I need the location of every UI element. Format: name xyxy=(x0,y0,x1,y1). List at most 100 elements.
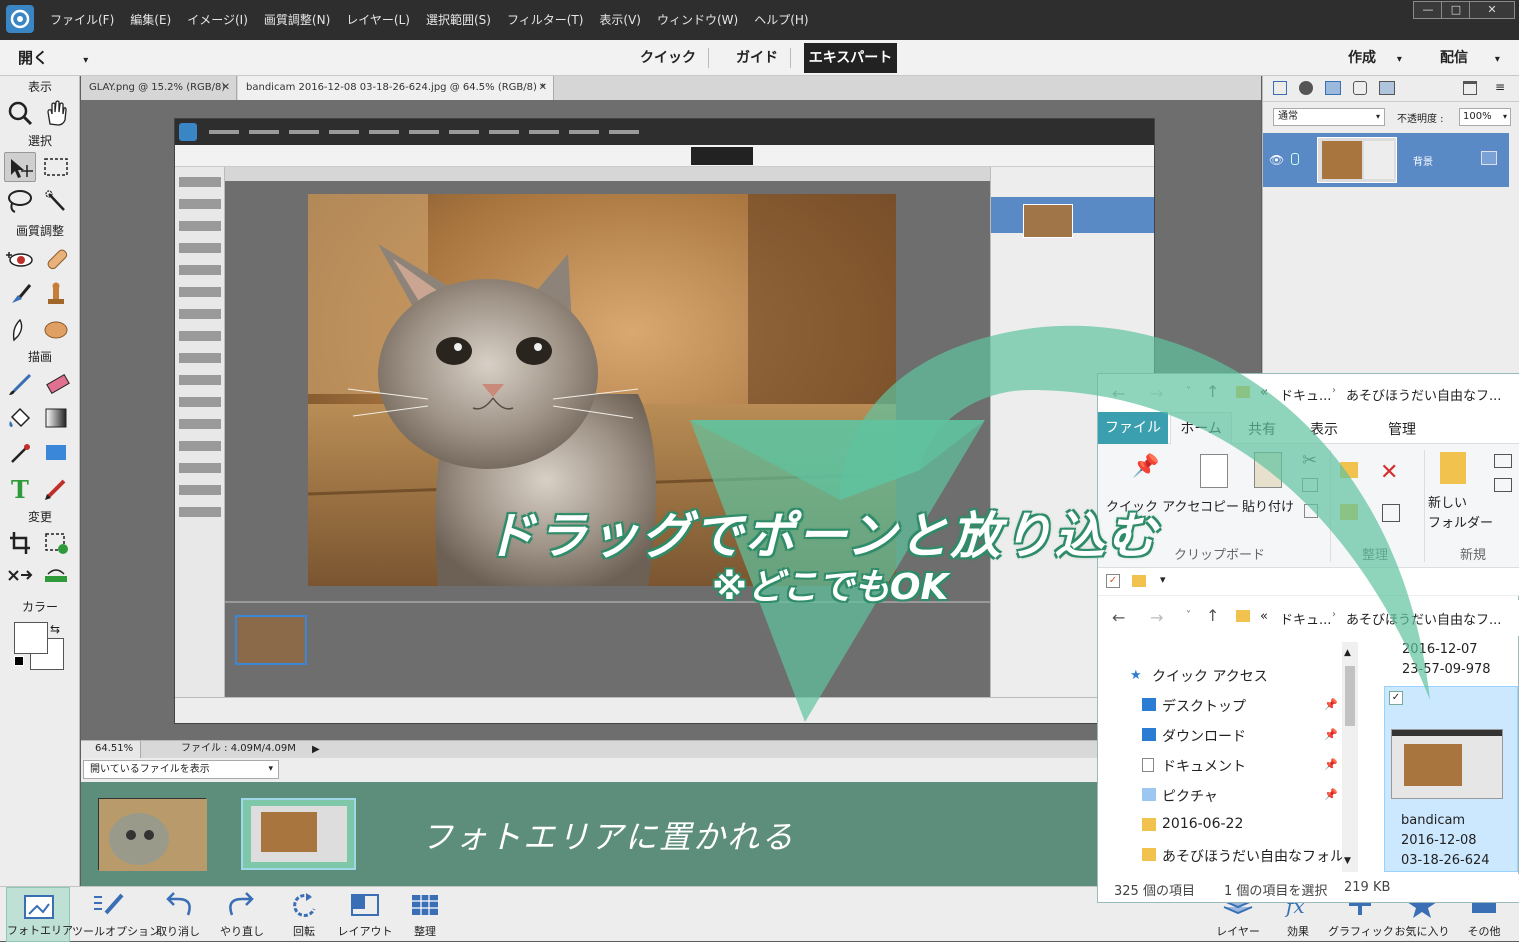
up-arrow-icon[interactable]: ↑ xyxy=(1206,382,1219,401)
back-arrow-icon[interactable]: ← xyxy=(1112,384,1125,403)
nav-quick-access[interactable]: クイック アクセス xyxy=(1152,666,1268,686)
new-folder-button[interactable]: 新しい フォルダー xyxy=(1428,494,1493,534)
checkbox-icon[interactable]: ✓ xyxy=(1106,574,1120,588)
nav-scrollbar[interactable]: ▲ ▼ xyxy=(1342,642,1358,872)
document-canvas[interactable] xyxy=(81,100,1261,740)
menu-filter[interactable]: フィルター(T) xyxy=(507,11,583,28)
breadcrumb-documents[interactable]: ドキュ... xyxy=(1280,385,1331,404)
crop-tool-icon[interactable] xyxy=(4,528,36,558)
default-colors-icon[interactable] xyxy=(14,656,24,666)
menu-image[interactable]: イメージ(I) xyxy=(187,11,248,28)
sponge-tool-icon[interactable] xyxy=(40,314,72,344)
file-item-name[interactable]: 2016-12-07 23-57-09-978 xyxy=(1402,640,1491,680)
close-button[interactable]: ✕ xyxy=(1469,1,1515,19)
status-arrow-icon[interactable]: ▶ xyxy=(312,744,320,755)
tab-quick[interactable]: クイック xyxy=(640,47,696,67)
breadcrumb-folder[interactable]: あそびほうだい自由なフ... xyxy=(1346,609,1501,628)
foreground-color-swatch[interactable] xyxy=(14,622,48,654)
pin-icon[interactable]: 📌 xyxy=(1132,454,1162,484)
tab-glay[interactable]: GLAY.png @ 15.2% (RGB/8) ✕ xyxy=(81,76,237,100)
ribbon-tab-view[interactable]: 表示 xyxy=(1310,419,1338,439)
menu-view[interactable]: 表示(V) xyxy=(599,11,641,28)
organizer-button[interactable]: 整理 xyxy=(398,887,452,942)
maximize-button[interactable]: □ xyxy=(1441,1,1471,19)
link-icon[interactable] xyxy=(1291,153,1299,165)
blur-tool-icon[interactable] xyxy=(4,314,36,344)
new-layer-icon[interactable] xyxy=(1273,81,1287,95)
brush-tool-icon[interactable] xyxy=(4,369,36,399)
forward-arrow-icon[interactable]: → xyxy=(1150,608,1163,627)
zoom-tool-icon[interactable] xyxy=(4,98,36,128)
pin-icon[interactable]: 📌 xyxy=(1324,728,1338,741)
chevron-down-icon[interactable]: ˅ xyxy=(1186,386,1191,397)
red-eye-tool-icon[interactable] xyxy=(4,244,36,274)
forward-arrow-icon[interactable]: → xyxy=(1150,384,1163,403)
delete-icon[interactable]: ✕ xyxy=(1380,460,1398,485)
lock-icon[interactable] xyxy=(1353,81,1367,95)
nav-folder-2016-06-22[interactable]: 2016-06-22 xyxy=(1162,816,1243,832)
share-button[interactable]: 配信 ▾ xyxy=(1440,47,1500,67)
nav-documents[interactable]: ドキュメント xyxy=(1162,756,1246,776)
ribbon-tab-home[interactable]: ホーム xyxy=(1170,412,1232,444)
tool-options-button[interactable]: ツールオプション xyxy=(72,887,160,942)
nav-pictures[interactable]: ピクチャ xyxy=(1162,786,1218,806)
ribbon-tab-manage[interactable]: 管理 xyxy=(1388,419,1416,439)
menu-enhance[interactable]: 画質調整(N) xyxy=(264,11,330,28)
marquee-tool-icon[interactable] xyxy=(40,152,72,182)
chevron-up-icon[interactable]: ▲ xyxy=(1344,648,1351,658)
layer-lock-icon[interactable] xyxy=(1481,151,1497,165)
checkbox-icon[interactable]: ✓ xyxy=(1389,691,1403,705)
menu-layer[interactable]: レイヤー(L) xyxy=(346,11,410,28)
lasso-tool-icon[interactable] xyxy=(4,186,36,216)
menu-file[interactable]: ファイル(F) xyxy=(50,11,114,28)
photo-bin-button[interactable]: フォトエリア xyxy=(6,887,73,942)
quick-selection-tool-icon[interactable] xyxy=(40,186,72,216)
paste-shortcut-icon[interactable] xyxy=(1304,504,1318,518)
chevron-down-icon[interactable]: ˅ xyxy=(1186,610,1191,621)
paste-icon[interactable] xyxy=(1254,452,1282,488)
pin-icon[interactable]: 📌 xyxy=(1324,788,1338,801)
layer-mask-icon[interactable] xyxy=(1325,81,1341,95)
swap-colors-icon[interactable]: ⇆ xyxy=(50,622,60,636)
clone-stamp-icon[interactable] xyxy=(40,279,72,309)
trash-icon[interactable] xyxy=(1463,81,1477,95)
tab-guided[interactable]: ガイド xyxy=(736,47,778,67)
new-folder-icon[interactable] xyxy=(1440,452,1466,484)
panel-menu-icon[interactable]: ≡ xyxy=(1495,80,1505,94)
pin-icon[interactable]: 📌 xyxy=(1324,698,1338,711)
bin-thumbnail-glay[interactable] xyxy=(98,798,207,871)
file-item-selected[interactable]: ✓ bandicam 2016-12-08 03-18-26-624 xyxy=(1384,686,1518,872)
blend-mode-select[interactable]: 通常 ▾ xyxy=(1273,108,1385,126)
nav-downloads[interactable]: ダウンロード xyxy=(1162,726,1246,746)
breadcrumb-documents[interactable]: ドキュ... xyxy=(1280,609,1331,628)
up-arrow-icon[interactable]: ↑ xyxy=(1206,606,1219,625)
move-tool-icon[interactable] xyxy=(4,152,36,182)
recompose-tool-icon[interactable] xyxy=(40,528,72,558)
menu-select[interactable]: 選択範囲(S) xyxy=(426,11,491,28)
shape-tool-icon[interactable] xyxy=(40,438,72,468)
adjustment-layer-icon[interactable] xyxy=(1299,81,1313,95)
opacity-input[interactable]: 100% ▾ xyxy=(1459,108,1511,126)
close-icon[interactable]: ✕ xyxy=(222,76,230,100)
back-arrow-icon[interactable]: ← xyxy=(1112,608,1125,627)
copy-icon[interactable] xyxy=(1200,454,1228,488)
eye-icon[interactable]: 👁 xyxy=(1269,153,1284,167)
undo-button[interactable]: 取り消し xyxy=(148,887,208,942)
spot-healing-brush-icon[interactable] xyxy=(40,244,72,274)
hand-tool-icon[interactable] xyxy=(40,98,72,128)
straighten-tool-icon[interactable] xyxy=(40,562,72,592)
tab-expert[interactable]: エキスパート xyxy=(804,43,897,73)
breadcrumb-back[interactable]: « xyxy=(1260,609,1268,624)
smart-brush-icon[interactable] xyxy=(4,279,36,309)
copy-to-icon[interactable] xyxy=(1340,504,1358,520)
easy-access-icon[interactable] xyxy=(1494,478,1512,492)
move-to-icon[interactable] xyxy=(1340,462,1358,478)
layer-row-background[interactable]: 👁 背景 xyxy=(1263,133,1509,187)
breadcrumb-back[interactable]: « xyxy=(1260,385,1268,400)
rotate-button[interactable]: 回転 xyxy=(276,887,332,942)
gradient-tool-icon[interactable] xyxy=(40,403,72,433)
cut-icon[interactable]: ✂ xyxy=(1302,450,1317,471)
eraser-tool-icon[interactable] xyxy=(40,369,72,399)
bin-show-select[interactable]: 開いているファイルを表示 ▾ xyxy=(83,760,279,779)
menu-window[interactable]: ウィンドウ(W) xyxy=(657,11,738,28)
